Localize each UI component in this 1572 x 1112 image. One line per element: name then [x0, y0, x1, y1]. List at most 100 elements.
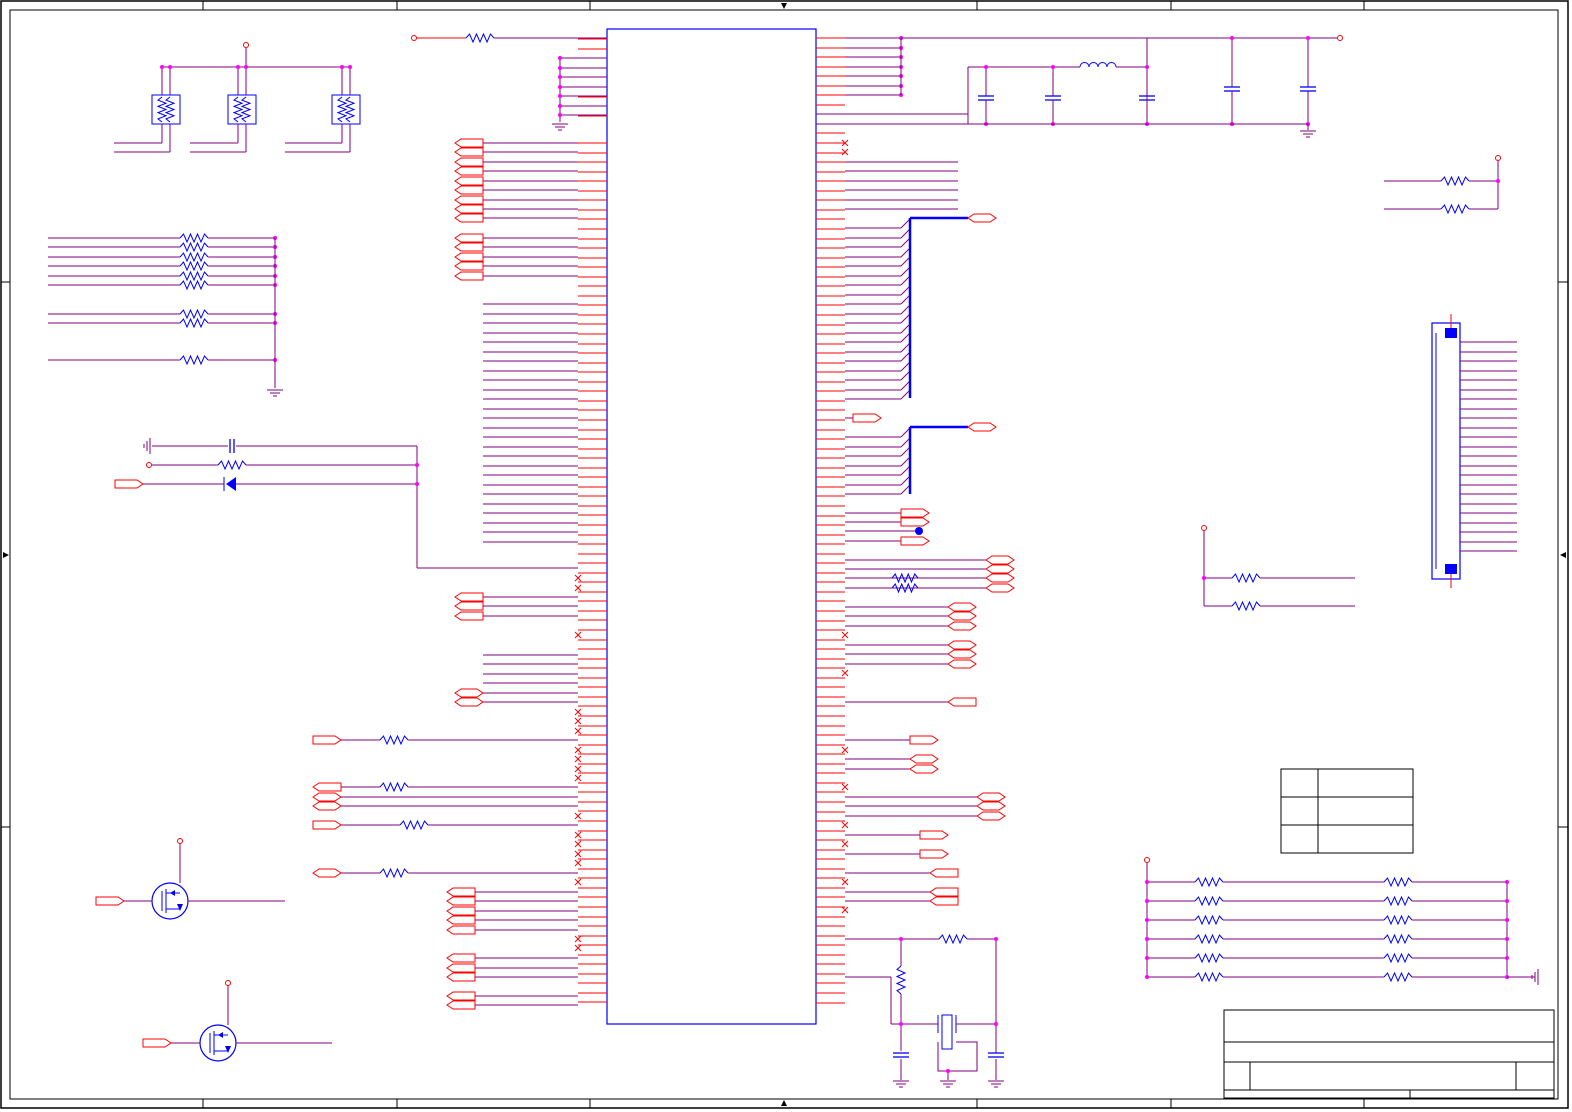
net-port-icon: [852, 413, 882, 423]
power-terminal-icon: [243, 42, 249, 48]
net-port-icon: [454, 185, 484, 195]
junction-dot: [1145, 975, 1149, 979]
net-port-icon: [454, 204, 484, 214]
net-port-icon: [929, 896, 959, 906]
net-port-icon: [446, 953, 476, 963]
power-terminal-icon: [1495, 155, 1501, 161]
power-terminal-icon: [146, 462, 152, 468]
net-port-icon: [909, 764, 939, 774]
net-port-icon: [947, 649, 977, 659]
net-port-icon: [976, 801, 1006, 811]
junction-dot: [558, 94, 562, 98]
junction-dot: [1145, 937, 1149, 941]
power-terminal-icon: [1201, 525, 1207, 531]
junction-dot: [340, 65, 344, 69]
net-port-icon: [446, 896, 476, 906]
connector-mount-pad: [1445, 328, 1457, 338]
net-port-icon: [454, 195, 484, 205]
junction-dot: [558, 66, 562, 70]
net-port-icon: [454, 592, 484, 602]
net-port-icon: [312, 868, 342, 878]
net-port-icon: [900, 536, 930, 546]
junction-dot: [1505, 918, 1509, 922]
junction-dot: [1505, 956, 1509, 960]
net-port-icon: [446, 963, 476, 973]
junction-dot: [558, 104, 562, 108]
net-port-icon: [967, 213, 997, 223]
junction-dot: [1496, 179, 1500, 183]
net-port-icon: [929, 887, 959, 897]
net-port-icon: [947, 659, 977, 669]
power-terminal-icon: [1144, 857, 1150, 863]
net-port-icon: [976, 792, 1006, 802]
net-port-icon: [454, 697, 484, 707]
net-port-icon: [454, 252, 484, 262]
net-port-icon: [929, 868, 959, 878]
net-port-icon: [947, 602, 977, 612]
power-terminal-icon: [225, 980, 231, 986]
net-port-icon: [446, 906, 476, 916]
junction-dot: [1505, 880, 1509, 884]
net-port-icon: [985, 564, 1015, 574]
net-port-icon: [454, 157, 484, 167]
junction-dot: [244, 65, 248, 69]
junction-dot: [1145, 899, 1149, 903]
junction-dot: [160, 65, 164, 69]
junction-dot: [168, 65, 172, 69]
mosfet-icon: [151, 882, 189, 920]
net-port-icon: [446, 1000, 476, 1010]
power-terminal-icon: [411, 35, 417, 41]
net-port-icon: [985, 573, 1015, 583]
net-port-icon: [454, 688, 484, 698]
net-port-icon: [454, 261, 484, 271]
junction-dot: [1230, 36, 1234, 40]
net-port-icon: [985, 583, 1015, 593]
junction-dot: [984, 65, 988, 69]
net-port-icon: [454, 601, 484, 611]
junction-dot: [1145, 880, 1149, 884]
junction-dot: [415, 463, 419, 467]
net-port-icon: [454, 271, 484, 281]
test-point-icon: [915, 527, 923, 535]
net-port-icon: [985, 555, 1015, 565]
net-port-icon: [312, 801, 342, 811]
net-port-icon: [454, 213, 484, 223]
net-port-icon: [909, 754, 939, 764]
net-port-icon: [454, 611, 484, 621]
net-port-icon: [454, 147, 484, 157]
junction-dot: [1051, 65, 1055, 69]
net-port-icon: [919, 830, 949, 840]
net-port-icon: [947, 611, 977, 621]
net-port-icon: [976, 811, 1006, 821]
junction-dot: [1306, 36, 1310, 40]
junction-dot: [558, 56, 562, 60]
junction-dot: [348, 65, 352, 69]
net-port-icon: [900, 508, 930, 518]
net-port-icon: [312, 782, 342, 792]
net-port-icon: [114, 479, 144, 489]
crystal-oscillator-icon: [941, 1014, 953, 1050]
net-port-icon: [446, 991, 476, 1001]
junction-dot: [899, 1022, 903, 1026]
junction-dot: [1505, 937, 1509, 941]
net-port-icon: [919, 849, 949, 859]
net-port-icon: [446, 972, 476, 982]
net-port-icon: [95, 896, 125, 906]
junction-dot: [1145, 65, 1149, 69]
junction-dot: [946, 1069, 950, 1073]
net-port-icon: [312, 820, 342, 830]
net-port-icon: [312, 792, 342, 802]
net-port-icon: [900, 517, 930, 527]
net-port-icon: [454, 166, 484, 176]
junction-dot: [558, 113, 562, 117]
net-port-icon: [967, 422, 997, 432]
junction-dot: [994, 937, 998, 941]
net-port-icon: [454, 242, 484, 252]
junction-dot: [1145, 918, 1149, 922]
net-port-icon: [446, 925, 476, 935]
net-port-icon: [947, 621, 977, 631]
net-port-icon: [446, 915, 476, 925]
mosfet-icon: [199, 1024, 237, 1062]
junction-dot: [1202, 576, 1206, 580]
net-port-icon: [312, 735, 342, 745]
